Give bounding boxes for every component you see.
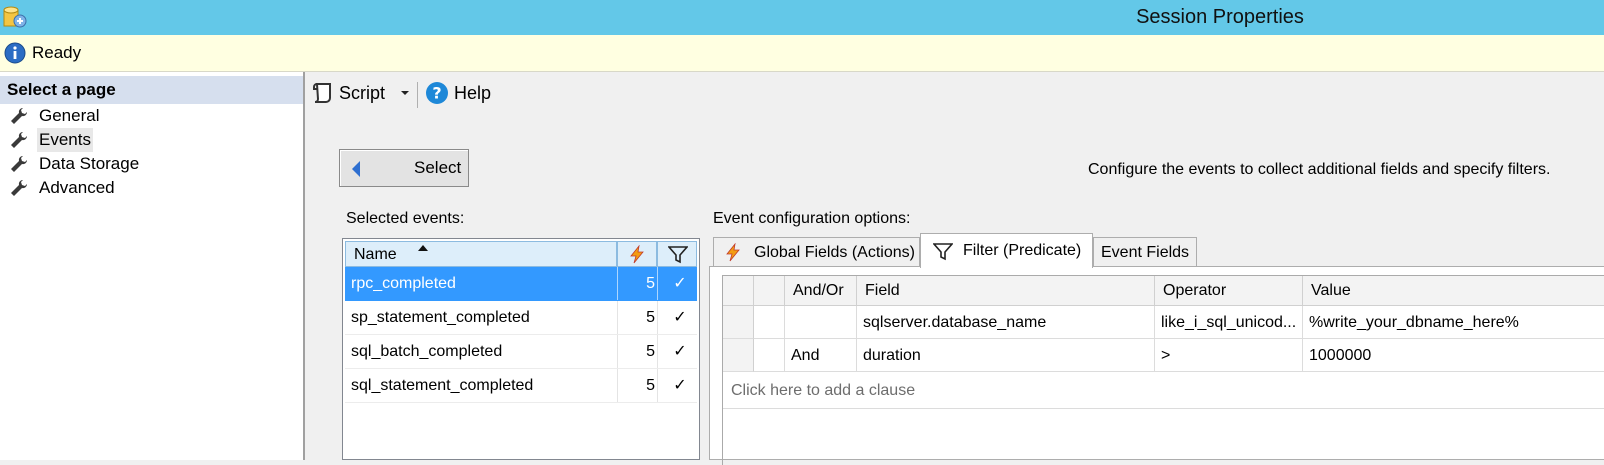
row-indent-cell xyxy=(754,306,785,339)
help-button-label: Help xyxy=(454,83,492,103)
script-button-label: Script xyxy=(339,83,386,103)
tab-global-fields[interactable]: Global Fields (Actions) xyxy=(713,237,920,267)
event-config-label: Event configuration options: xyxy=(713,210,911,227)
wrench-icon xyxy=(11,179,28,196)
actions-column-header[interactable] xyxy=(617,241,657,267)
select-button-label: Select xyxy=(414,158,462,177)
tab-event-fields[interactable]: Event Fields xyxy=(1093,237,1197,267)
and-or-cell[interactable]: And xyxy=(785,339,857,372)
filter-column-header[interactable] xyxy=(657,241,697,267)
wrench-icon xyxy=(11,155,28,172)
script-button[interactable]: Script xyxy=(312,79,411,107)
event-action-count: 5 xyxy=(646,275,655,292)
row-selector[interactable] xyxy=(723,306,754,339)
sort-ascending-icon xyxy=(418,245,428,251)
filter-icon xyxy=(668,246,688,264)
grid-divider xyxy=(723,408,1604,409)
event-action-count: 5 xyxy=(646,377,655,394)
filter-icon xyxy=(933,242,953,260)
app-icon xyxy=(3,6,27,28)
table-row[interactable]: rpc_completed 5 ✓ xyxy=(345,267,697,301)
field-cell[interactable]: sqlserver.database_name xyxy=(857,306,1155,339)
filter-check-icon: ✓ xyxy=(673,309,687,326)
dropdown-arrow-icon[interactable] xyxy=(399,88,411,98)
event-name: sql_batch_completed xyxy=(351,343,503,360)
field-cell[interactable]: duration xyxy=(857,339,1155,372)
svg-text:?: ? xyxy=(432,84,441,103)
filter-predicate-grid[interactable]: And/Or Field Operator Value sqlserver.da… xyxy=(722,275,1604,465)
table-row[interactable]: sp_statement_completed 5 ✓ xyxy=(345,301,697,335)
event-name: rpc_completed xyxy=(351,275,456,292)
help-button[interactable]: ? Help xyxy=(425,79,491,107)
row-indent-cell xyxy=(754,339,785,372)
tab-filter-predicate[interactable]: Filter (Predicate) xyxy=(920,233,1093,268)
help-icon: ? xyxy=(426,82,448,104)
select-button[interactable]: Select xyxy=(339,149,469,187)
operator-cell[interactable]: > xyxy=(1155,339,1303,372)
filter-tab-panel: And/Or Field Operator Value sqlserver.da… xyxy=(709,266,1604,465)
filter-check-icon: ✓ xyxy=(673,343,687,360)
tab-label: Global Fields (Actions) xyxy=(754,243,915,261)
value-column-header[interactable]: Value xyxy=(1303,276,1604,306)
event-action-count: 5 xyxy=(646,343,655,360)
event-name: sql_statement_completed xyxy=(351,377,534,394)
title-bar: Session Properties xyxy=(0,0,1604,35)
row-indent-cell xyxy=(754,276,785,306)
name-column-label: Name xyxy=(354,246,397,263)
value-cell[interactable]: %write_your_dbname_here% xyxy=(1303,306,1604,339)
row-header-cell xyxy=(723,276,754,306)
page-item-label: Advanced xyxy=(39,178,115,197)
add-clause-row[interactable]: Click here to add a clause xyxy=(731,374,915,407)
script-icon xyxy=(313,83,331,103)
events-description: Configure the events to collect addition… xyxy=(1088,161,1551,178)
wrench-icon xyxy=(11,131,28,148)
arrow-left-icon xyxy=(352,161,360,177)
page-selector: Select a page General Events Data Storag… xyxy=(0,72,305,460)
lightning-icon xyxy=(726,243,740,262)
window-title: Session Properties xyxy=(1136,6,1304,28)
page-item-data-storage[interactable]: Data Storage xyxy=(10,152,141,176)
table-row[interactable]: sql_batch_completed 5 ✓ xyxy=(345,335,697,369)
page-item-label: General xyxy=(39,106,100,125)
selected-events-label: Selected events: xyxy=(346,210,465,227)
page-item-label: Data Storage xyxy=(39,154,140,173)
tab-label: Filter (Predicate) xyxy=(963,242,1082,259)
events-grid-header: Name xyxy=(345,241,697,267)
and-or-column-header[interactable]: And/Or xyxy=(785,276,857,306)
operator-cell[interactable]: like_i_sql_unicod... xyxy=(1155,306,1303,339)
field-column-header[interactable]: Field xyxy=(857,276,1155,306)
toolbar-separator xyxy=(417,82,418,108)
event-name: sp_statement_completed xyxy=(351,309,530,326)
page-item-label: Events xyxy=(37,128,93,152)
filter-check-icon: ✓ xyxy=(673,377,687,394)
page-item-general[interactable]: General xyxy=(10,104,101,128)
filter-check-icon: ✓ xyxy=(673,275,687,292)
row-selector[interactable] xyxy=(723,339,754,372)
table-row[interactable]: sql_statement_completed 5 ✓ xyxy=(345,369,697,403)
info-icon xyxy=(4,42,26,64)
status-text: Ready xyxy=(32,43,82,62)
and-or-cell[interactable] xyxy=(785,306,857,339)
tab-label: Event Fields xyxy=(1101,243,1190,261)
status-bar: Ready xyxy=(0,35,1604,72)
selected-events-grid[interactable]: Name rpc_completed 5 ✓ sp_statement_comp… xyxy=(342,238,700,460)
operator-column-header[interactable]: Operator xyxy=(1155,276,1303,306)
name-column-header[interactable]: Name xyxy=(345,241,617,267)
value-cell[interactable]: 1000000 xyxy=(1303,339,1604,372)
page-item-advanced[interactable]: Advanced xyxy=(10,176,117,200)
lightning-icon xyxy=(630,245,644,264)
page-item-events[interactable]: Events xyxy=(10,128,93,152)
wrench-icon xyxy=(11,107,28,124)
event-action-count: 5 xyxy=(646,309,655,326)
page-selector-header: Select a page xyxy=(0,76,303,104)
